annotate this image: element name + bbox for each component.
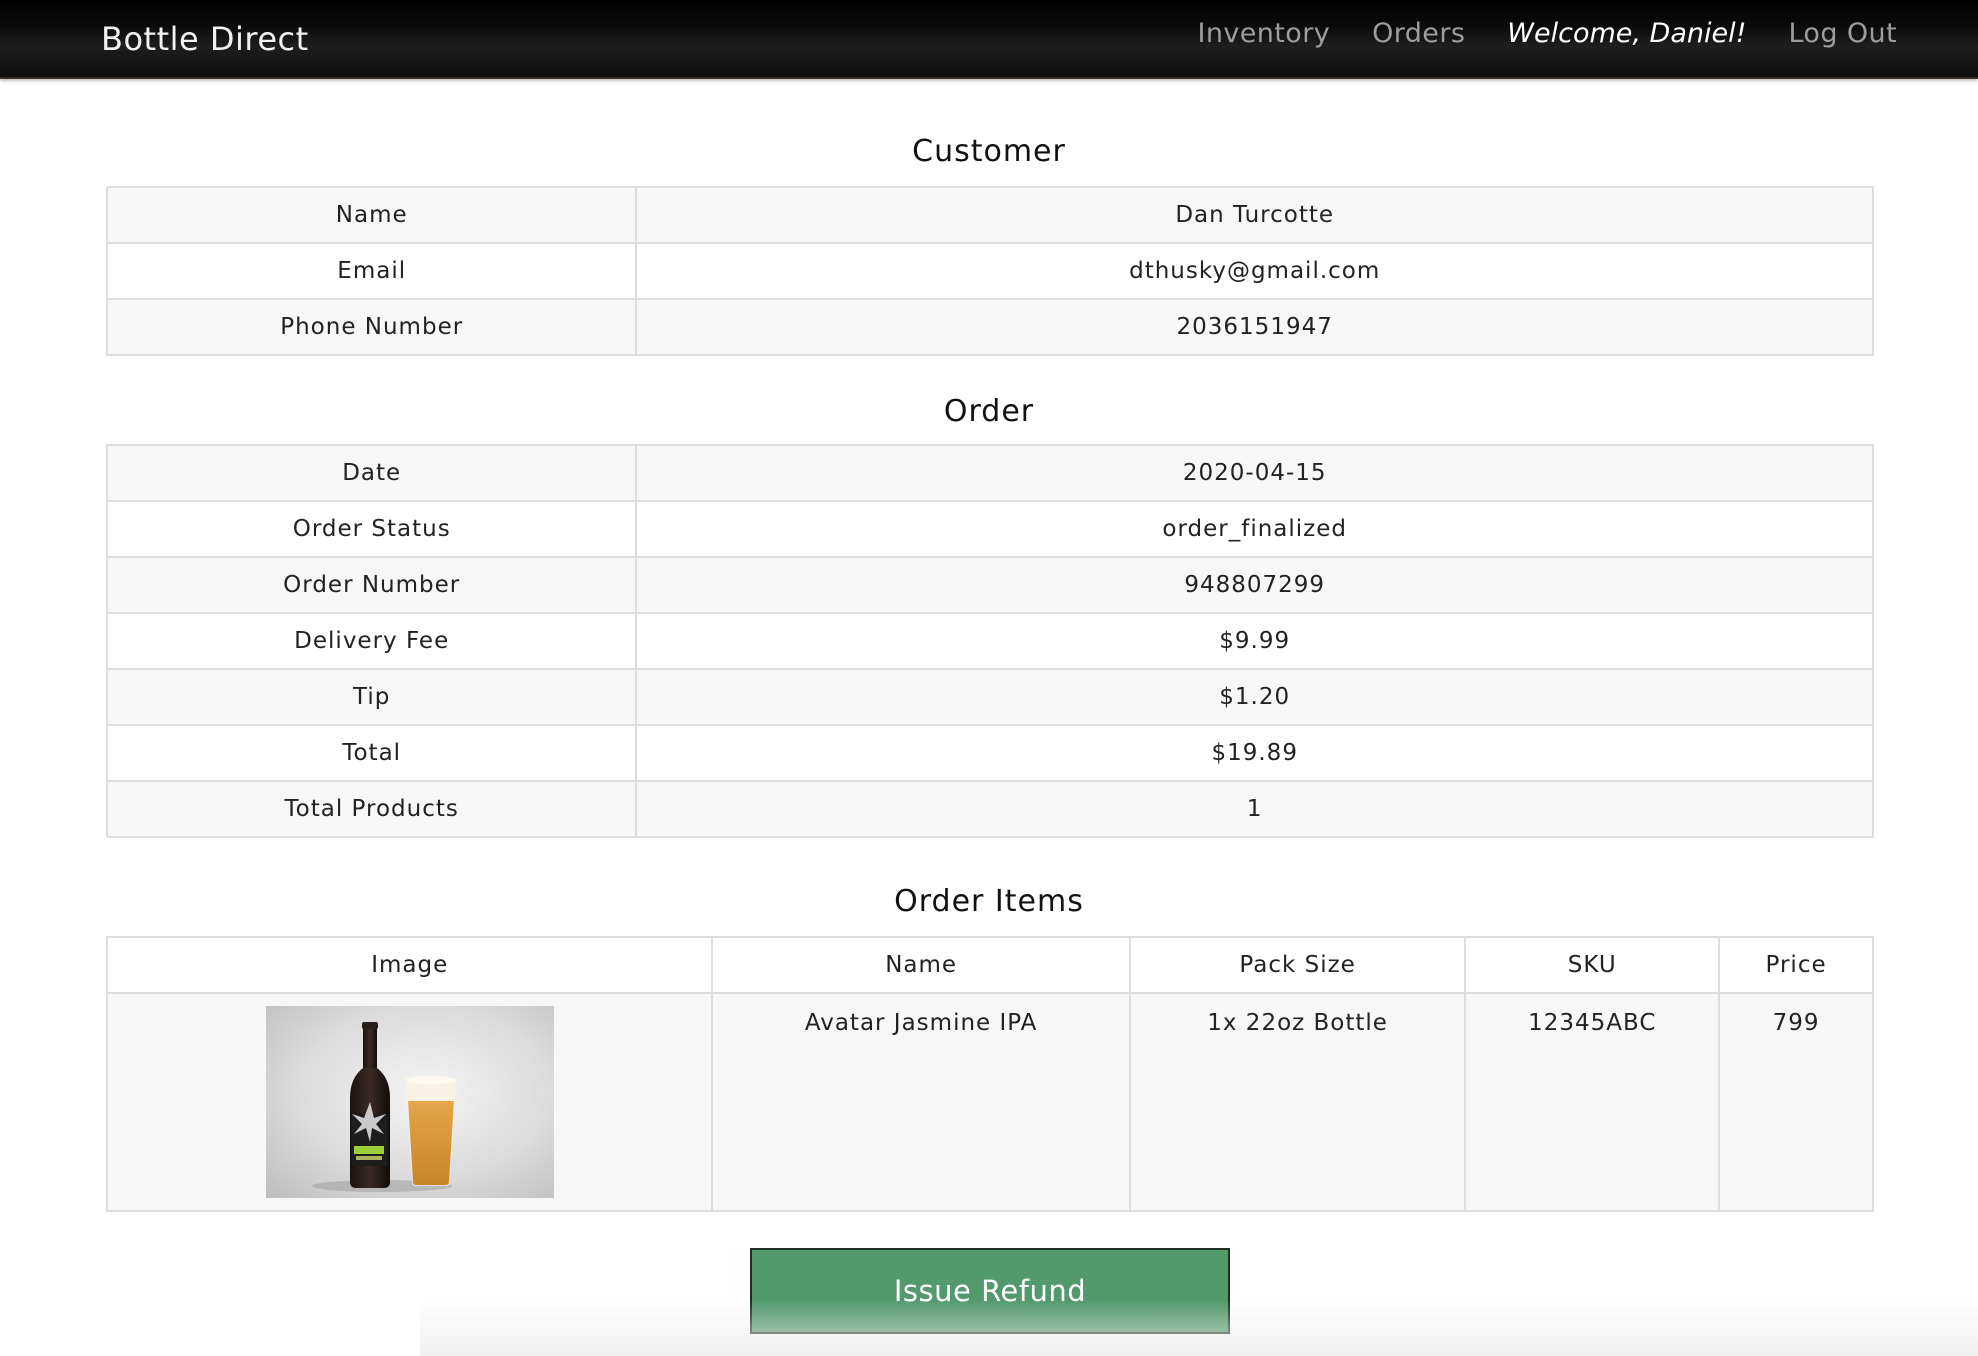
welcome-message: Welcome, Daniel! xyxy=(1507,18,1747,49)
column-header-price: Price xyxy=(1718,936,1874,994)
order-number-value: 948807299 xyxy=(635,556,1874,614)
customer-name-label: Name xyxy=(105,186,638,244)
customer-section-title: Customer xyxy=(912,134,1066,169)
item-pack-size: 1x 22oz Bottle xyxy=(1207,1010,1388,1036)
table-row: Name Dan Turcotte xyxy=(105,186,1874,244)
item-price-cell: 799 xyxy=(1718,992,1874,1212)
total-products-value: 1 xyxy=(635,780,1874,838)
order-table: Date 2020-04-15 Order Status order_final… xyxy=(105,444,1874,838)
table-row: Total Products 1 xyxy=(105,780,1874,838)
customer-email-label: Email xyxy=(105,242,638,300)
tip-label: Tip xyxy=(105,668,638,726)
table-row: Order Number 948807299 xyxy=(105,556,1874,614)
tip-value: $1.20 xyxy=(635,668,1874,726)
item-sku: 12345ABC xyxy=(1528,1010,1657,1036)
total-label: Total xyxy=(105,724,638,782)
item-pack-size-cell: 1x 22oz Bottle xyxy=(1128,992,1467,1212)
order-date-label: Date xyxy=(105,444,638,502)
product-image-cell xyxy=(105,992,714,1212)
order-items-section-title: Order Items xyxy=(894,884,1084,919)
delivery-fee-label: Delivery Fee xyxy=(105,612,638,670)
issue-refund-button[interactable]: Issue Refund xyxy=(750,1248,1230,1334)
nav-inventory-link[interactable]: Inventory xyxy=(1198,18,1331,49)
nav-orders-link[interactable]: Orders xyxy=(1372,18,1465,49)
order-date-value: 2020-04-15 xyxy=(635,444,1874,502)
customer-phone-value: 2036151947 xyxy=(635,298,1874,356)
delivery-fee-value: $9.99 xyxy=(635,612,1874,670)
column-header-pack-size: Pack Size xyxy=(1128,936,1467,994)
total-products-label: Total Products xyxy=(105,780,638,838)
order-section-title: Order xyxy=(943,394,1035,429)
total-value: $19.89 xyxy=(635,724,1874,782)
column-header-name: Name xyxy=(711,936,1131,994)
order-items-table: Image Name Pack Size SKU Price Avatar Ja… xyxy=(105,936,1874,1212)
table-row: Date 2020-04-15 xyxy=(105,444,1874,502)
table-header-row: Image Name Pack Size SKU Price xyxy=(105,936,1874,994)
order-number-label: Order Number xyxy=(105,556,638,614)
column-header-image: Image xyxy=(105,936,714,994)
table-row: Total $19.89 xyxy=(105,724,1874,782)
item-price: 799 xyxy=(1772,1010,1820,1036)
column-header-sku: SKU xyxy=(1464,936,1721,994)
order-status-label: Order Status xyxy=(105,500,638,558)
brand-logo-link[interactable]: Bottle Direct xyxy=(101,20,309,58)
table-row: Phone Number 2036151947 xyxy=(105,298,1874,356)
table-row: Delivery Fee $9.99 xyxy=(105,612,1874,670)
logout-link[interactable]: Log Out xyxy=(1788,18,1897,49)
customer-table: Name Dan Turcotte Email dthusky@gmail.co… xyxy=(105,186,1874,356)
beer-bottle-and-glass-illustration xyxy=(311,1022,456,1192)
table-row: Email dthusky@gmail.com xyxy=(105,242,1874,300)
table-row: Avatar Jasmine IPA 1x 22oz Bottle 12345A… xyxy=(105,992,1874,1212)
nav-links: Inventory Orders Welcome, Daniel! Log Ou… xyxy=(1156,18,1897,49)
table-row: Tip $1.20 xyxy=(105,668,1874,726)
item-sku-cell: 12345ABC xyxy=(1464,992,1721,1212)
table-row: Order Status order_finalized xyxy=(105,500,1874,558)
customer-phone-label: Phone Number xyxy=(105,298,638,356)
item-name: Avatar Jasmine IPA xyxy=(804,1010,1038,1036)
order-status-value: order_finalized xyxy=(635,500,1874,558)
top-navbar: Bottle Direct Inventory Orders Welcome, … xyxy=(0,0,1978,79)
customer-name-value: Dan Turcotte xyxy=(635,186,1874,244)
item-name-cell: Avatar Jasmine IPA xyxy=(711,992,1131,1212)
product-image xyxy=(265,1006,554,1198)
customer-email-value: dthusky@gmail.com xyxy=(635,242,1874,300)
